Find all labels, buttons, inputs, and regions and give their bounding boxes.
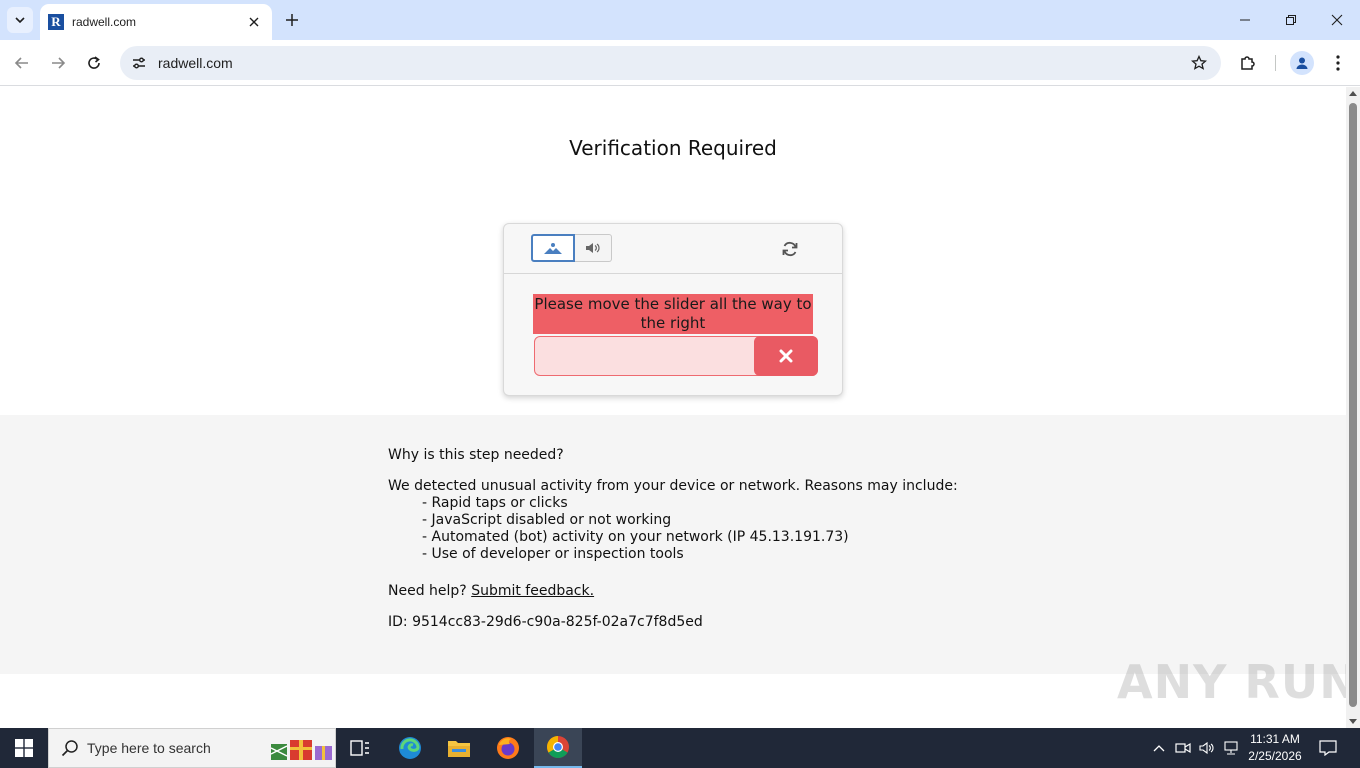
star-icon xyxy=(1191,55,1207,70)
network-icon xyxy=(1224,741,1238,755)
captcha-instruction: Please move the slider all the way to th… xyxy=(533,294,813,334)
slider-handle[interactable] xyxy=(754,336,818,376)
extensions-button[interactable] xyxy=(1234,49,1262,77)
bookmark-star-button[interactable] xyxy=(1185,49,1213,77)
windows-taskbar: Type here to search 11:31 AM 2/25/2026 xyxy=(0,728,1360,768)
task-view-button[interactable] xyxy=(336,728,384,768)
search-placeholder: Type here to search xyxy=(87,740,211,756)
window-close-button[interactable] xyxy=(1314,0,1360,40)
site-favicon: R xyxy=(48,14,64,30)
search-icon xyxy=(61,740,78,757)
reason-item: - Rapid taps or clicks xyxy=(422,495,568,511)
gift-boxes-icon[interactable] xyxy=(269,734,335,762)
task-view-icon xyxy=(350,740,369,756)
info-heading: Why is this step needed? xyxy=(388,447,564,463)
firefox-icon xyxy=(497,737,519,759)
vertical-scrollbar[interactable] xyxy=(1346,87,1360,728)
close-icon xyxy=(249,17,259,27)
refresh-icon xyxy=(782,241,798,257)
tab-title: radwell.com xyxy=(72,15,137,29)
image-icon xyxy=(544,243,562,254)
tab-strip: R radwell.com xyxy=(0,0,1360,40)
chevron-down-icon xyxy=(15,17,25,24)
chrome-taskbar-button[interactable] xyxy=(534,728,582,768)
back-button[interactable] xyxy=(8,49,36,77)
site-settings-icon[interactable] xyxy=(130,54,148,72)
volume-button[interactable] xyxy=(1196,728,1218,768)
profile-button[interactable] xyxy=(1288,49,1316,77)
chrome-icon xyxy=(547,736,569,758)
anyrun-watermark: ANY RUN xyxy=(1117,655,1359,709)
clock-time: 11:31 AM xyxy=(1250,732,1300,746)
close-icon xyxy=(1331,14,1343,26)
restore-button[interactable] xyxy=(1268,0,1314,40)
help-prefix: Need help? xyxy=(388,583,467,599)
show-hidden-icons-button[interactable] xyxy=(1148,728,1170,768)
speaker-icon xyxy=(1199,741,1214,755)
reload-icon xyxy=(88,56,100,69)
meet-now-button[interactable] xyxy=(1172,728,1194,768)
file-explorer-taskbar-button[interactable] xyxy=(435,728,483,768)
restore-icon xyxy=(1286,15,1296,25)
avatar xyxy=(1290,51,1314,75)
camera-icon xyxy=(1175,742,1191,754)
help-line: Need help? Submit feedback. xyxy=(388,583,594,599)
reason-item: - Automated (bot) activity on your netwo… xyxy=(422,529,849,545)
taskbar-search-box[interactable]: Type here to search xyxy=(48,728,336,768)
browser-menu-button[interactable] xyxy=(1324,49,1352,77)
clock-date: 2/25/2026 xyxy=(1248,749,1302,763)
reason-item: - Use of developer or inspection tools xyxy=(422,546,684,562)
minimize-button[interactable] xyxy=(1222,0,1268,40)
speaker-icon xyxy=(586,243,600,253)
minimize-icon xyxy=(1240,19,1250,21)
submit-feedback-link[interactable]: Submit feedback. xyxy=(471,583,594,599)
browser-tab[interactable]: R radwell.com xyxy=(40,4,272,40)
taskbar-clock[interactable]: 11:31 AM 2/25/2026 xyxy=(1240,731,1310,765)
info-intro: We detected unusual activity from your d… xyxy=(388,478,958,494)
captcha-header xyxy=(504,224,842,274)
edge-taskbar-button[interactable] xyxy=(386,728,434,768)
notifications-button[interactable] xyxy=(1314,728,1342,768)
reason-item: - JavaScript disabled or not working xyxy=(422,512,672,528)
puzzle-icon xyxy=(1241,56,1255,70)
arrow-left-icon xyxy=(14,57,28,69)
plus-icon xyxy=(286,14,298,26)
new-tab-button[interactable] xyxy=(280,8,304,32)
image-challenge-button[interactable] xyxy=(531,234,575,262)
forward-button[interactable] xyxy=(44,49,72,77)
kebab-menu-icon xyxy=(1336,55,1340,71)
browser-toolbar: radwell.com xyxy=(0,40,1360,86)
folder-icon xyxy=(448,741,470,757)
firefox-taskbar-button[interactable] xyxy=(484,728,532,768)
chevron-up-icon xyxy=(1153,745,1165,752)
network-button[interactable] xyxy=(1220,728,1242,768)
person-icon xyxy=(1296,57,1308,69)
reload-button[interactable] xyxy=(80,49,108,77)
address-bar[interactable]: radwell.com xyxy=(120,46,1221,80)
request-id: ID: 9514cc83-29d6-c90a-825f-02a7c7f8d5ed xyxy=(388,614,703,630)
captcha-widget: Please move the slider all the way to th… xyxy=(503,223,843,396)
edge-browser-icon xyxy=(399,737,421,759)
info-section: Why is this step needed? We detected unu… xyxy=(0,415,1346,674)
page-title: Verification Required xyxy=(569,136,777,160)
page-viewport: Verification Required Please move the sl… xyxy=(0,87,1346,728)
audio-challenge-button[interactable] xyxy=(575,234,612,262)
start-button[interactable] xyxy=(0,728,48,768)
refresh-captcha-button[interactable] xyxy=(778,237,802,261)
windows-logo-icon xyxy=(15,739,33,757)
url-text[interactable]: radwell.com xyxy=(158,55,1185,71)
tab-search-button[interactable] xyxy=(7,7,33,33)
close-icon xyxy=(779,349,793,363)
tab-close-button[interactable] xyxy=(246,14,262,30)
toolbar-separator xyxy=(1275,55,1276,71)
notification-icon xyxy=(1319,740,1337,756)
scroll-down-arrow-icon[interactable] xyxy=(1349,719,1357,724)
scroll-thumb[interactable] xyxy=(1349,103,1357,707)
arrow-right-icon xyxy=(52,57,66,69)
scroll-up-arrow-icon[interactable] xyxy=(1349,91,1357,96)
